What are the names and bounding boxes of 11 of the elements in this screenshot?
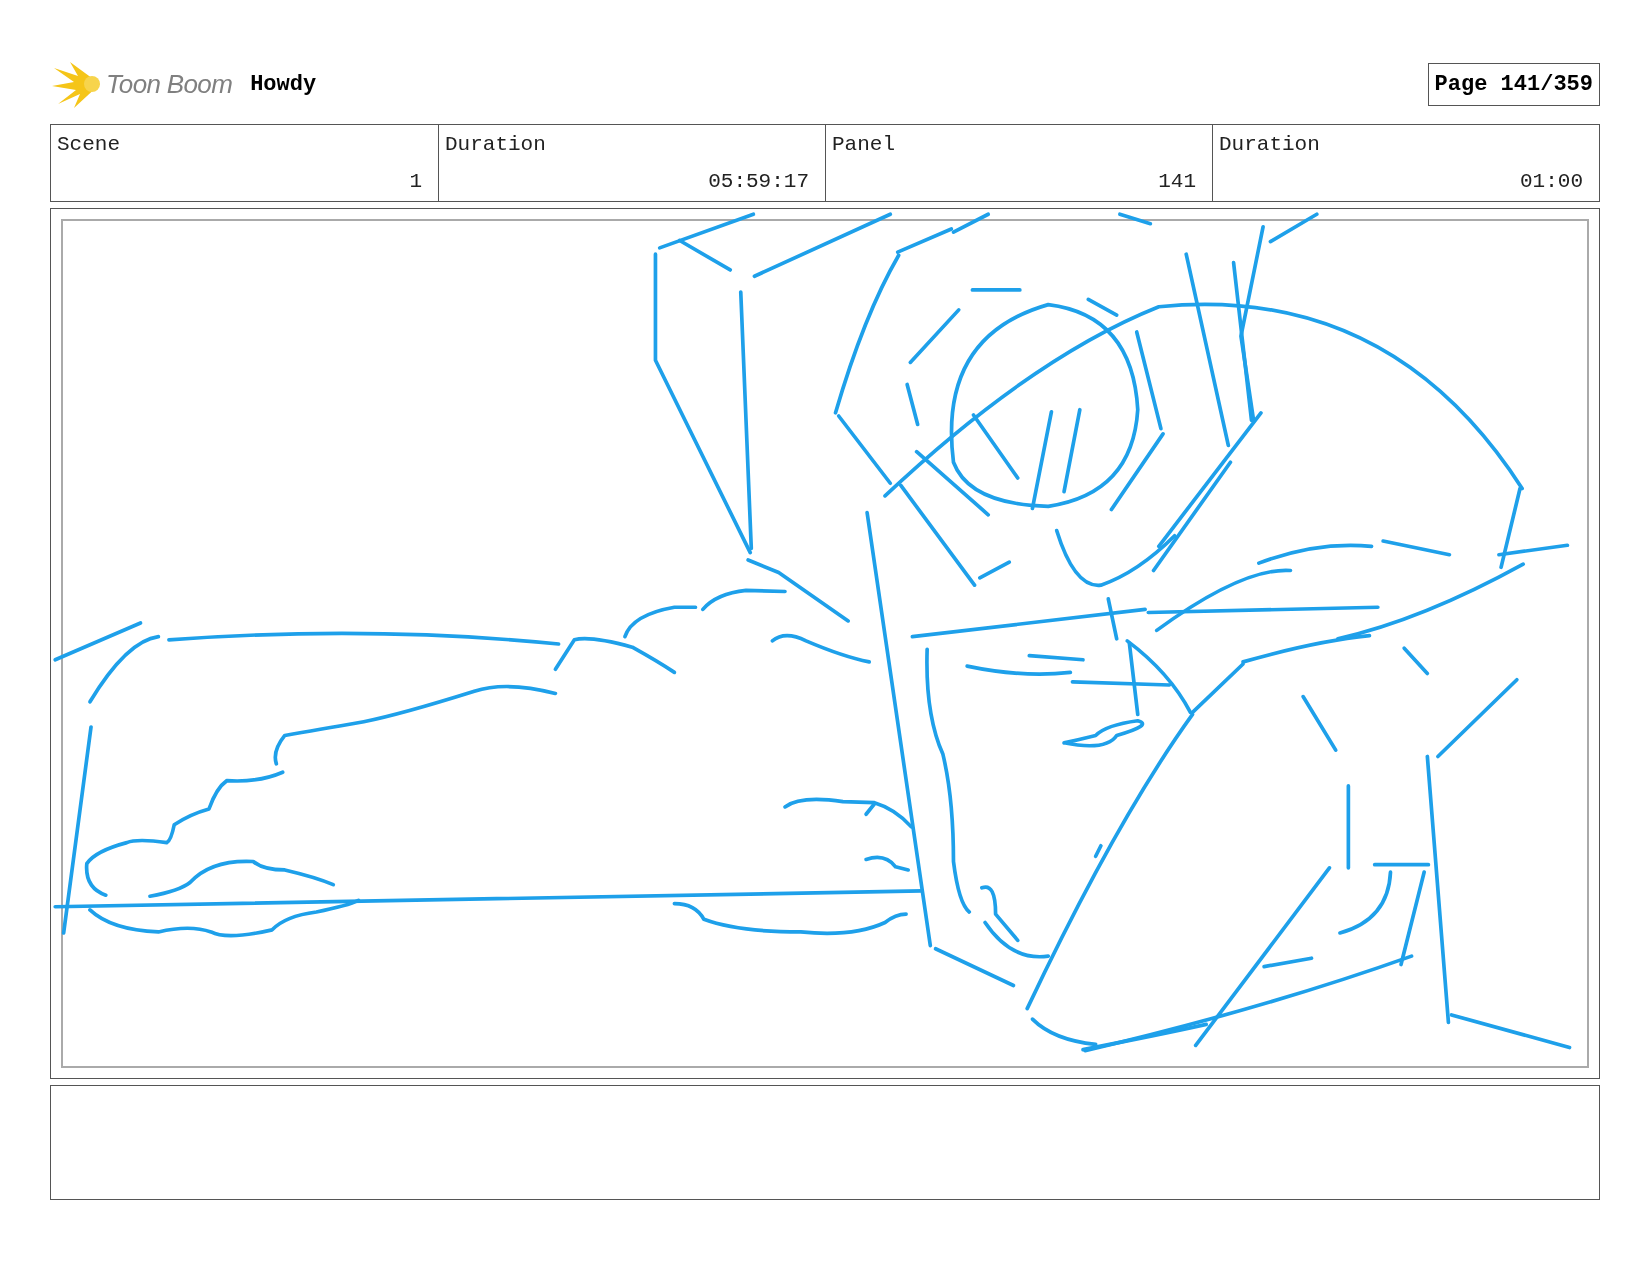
cell-value: 141 — [1157, 168, 1196, 195]
page-number: Page 141/359 — [1427, 62, 1600, 106]
project-title: Howdy — [250, 70, 317, 99]
cell-label: Panel — [832, 132, 896, 158]
cell-value: 01:00 — [1519, 168, 1583, 195]
cell-value: 05:59:17 — [707, 168, 809, 195]
cell-label: Duration — [1219, 132, 1321, 158]
logo-text: Toon Boom — [106, 67, 233, 101]
cell-value: 1 — [408, 168, 422, 195]
cell-label: Scene — [57, 132, 121, 158]
cell-label: Duration — [445, 132, 547, 158]
